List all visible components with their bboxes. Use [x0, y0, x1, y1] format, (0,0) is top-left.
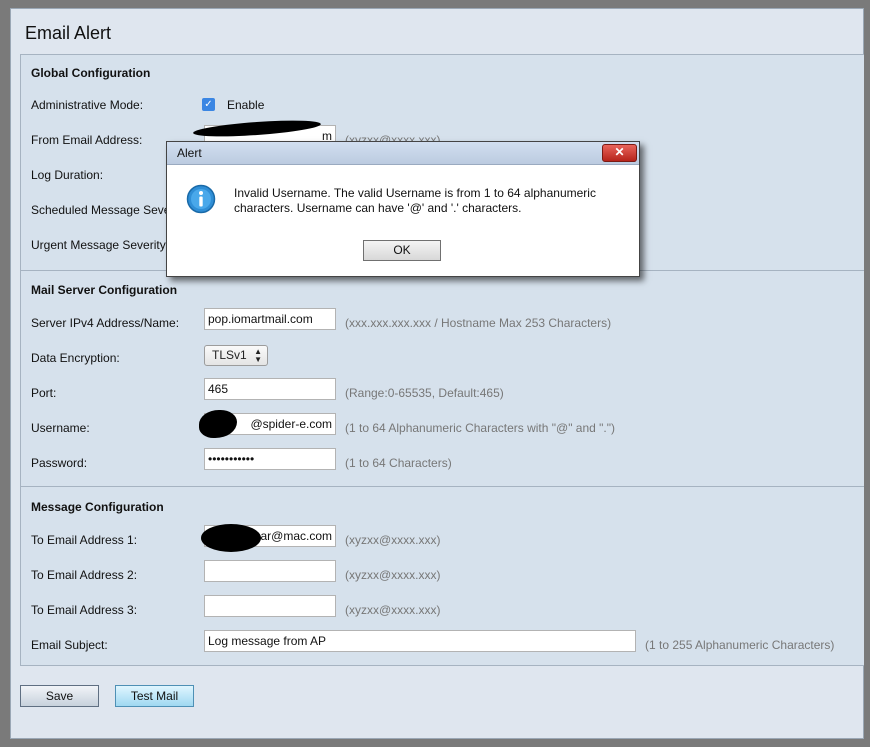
scheduled-severity-label: Scheduled Message Seve: [31, 203, 171, 217]
mail-server-heading: Mail Server Configuration: [31, 283, 178, 297]
username-hint: (1 to 64 Alphanumeric Characters with "@…: [345, 421, 616, 435]
email-subject-input[interactable]: Log message from AP: [204, 630, 636, 652]
log-duration-label: Log Duration:: [31, 168, 104, 182]
encryption-select[interactable]: TLSv1 ▲ ▼: [204, 345, 268, 366]
server-address-label: Server IPv4 Address/Name:: [31, 316, 180, 330]
admin-mode-label: Administrative Mode:: [31, 98, 144, 112]
global-config-heading: Global Configuration: [31, 66, 151, 80]
admin-mode-checkbox[interactable]: ✓: [202, 98, 215, 111]
save-button[interactable]: Save: [20, 685, 99, 707]
page-title: Email Alert: [25, 23, 112, 43]
message-config-heading: Message Configuration: [31, 500, 164, 514]
from-email-label: From Email Address:: [31, 133, 143, 147]
enable-label: Enable: [227, 98, 265, 112]
alert-message: Invalid Username. The valid Username is …: [234, 186, 596, 215]
dialog-titlebar: Alert: [167, 142, 639, 165]
test-mail-button[interactable]: Test Mail: [115, 685, 194, 707]
to-email-3-input[interactable]: [204, 595, 336, 617]
to-email-3-hint: (xyzxx@xxxx.xxx): [345, 603, 441, 617]
to-email-3-label: To Email Address 3:: [31, 603, 138, 617]
dialog-title: Alert: [177, 146, 202, 160]
redaction-mark: [201, 524, 261, 552]
email-subject-hint: (1 to 255 Alphanumeric Characters): [645, 638, 835, 652]
to-email-2-label: To Email Address 2:: [31, 568, 138, 582]
to-email-2-input[interactable]: [204, 560, 336, 582]
close-button[interactable]: ✕: [602, 144, 637, 162]
port-input[interactable]: 465: [204, 378, 336, 400]
email-alert-page: Email Alert Global Configuration Adminis…: [10, 8, 864, 739]
urgent-severity-label: Urgent Message Severity: [31, 238, 166, 252]
server-address-hint: (xxx.xxx.xxx.xxx / Hostname Max 253 Char…: [345, 316, 612, 330]
port-hint: (Range:0-65535, Default:465): [345, 386, 504, 400]
alert-dialog: Alert ✕ Invalid Username. The valid User…: [166, 141, 640, 277]
ok-button[interactable]: OK: [363, 240, 441, 261]
username-label: Username:: [31, 421, 90, 435]
to-email-2-hint: (xyzxx@xxxx.xxx): [345, 568, 441, 582]
to-email-1-hint: (xyzxx@xxxx.xxx): [345, 533, 441, 547]
email-subject-label: Email Subject:: [31, 638, 108, 652]
close-icon: ✕: [614, 145, 625, 159]
encryption-value: TLSv1: [212, 348, 247, 362]
info-icon: [186, 184, 216, 214]
encryption-label: Data Encryption:: [31, 351, 120, 365]
server-address-input[interactable]: pop.iomartmail.com: [204, 308, 336, 330]
up-down-arrows-icon: ▲ ▼: [254, 347, 262, 364]
to-email-1-label: To Email Address 1:: [31, 533, 138, 547]
password-hint: (1 to 64 Characters): [345, 456, 452, 470]
port-label: Port:: [31, 386, 57, 400]
password-input[interactable]: •••••••••••: [204, 448, 336, 470]
password-label: Password:: [31, 456, 88, 470]
checkmark-icon: ✓: [204, 99, 213, 110]
section-divider: [21, 486, 864, 487]
